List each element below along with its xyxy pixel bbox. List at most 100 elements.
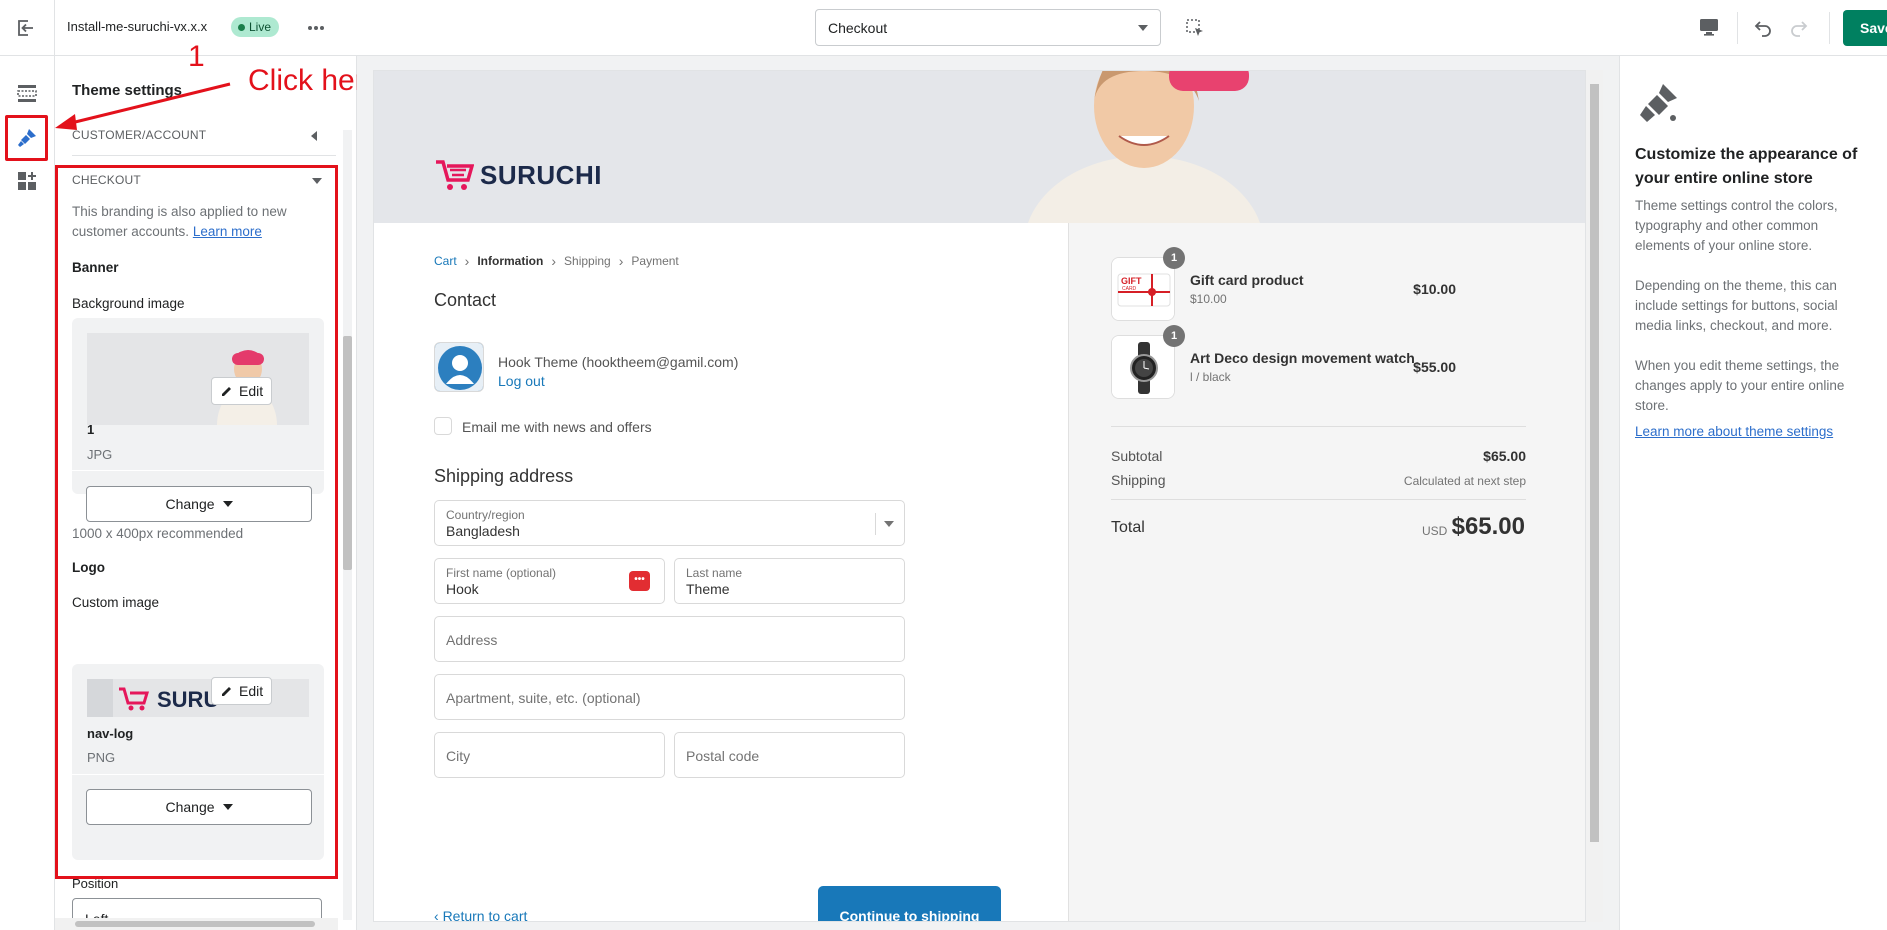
city-field[interactable]: City <box>434 732 665 778</box>
apartment-field[interactable]: Apartment, suite, etc. (optional) <box>434 674 905 720</box>
shipping-label: Shipping <box>1111 472 1166 488</box>
custom-image-label: Custom image <box>72 595 160 610</box>
item-price: $55.00 <box>1413 359 1456 375</box>
info-panel: Customize the appearance of your entire … <box>1619 56 1887 930</box>
chevron-down-icon <box>884 521 894 527</box>
gift-card-text: GIFT <box>1121 276 1142 286</box>
annotation-highlight-box <box>5 115 48 161</box>
annotation-arrow-icon <box>55 82 231 130</box>
logout-link[interactable]: Log out <box>498 373 545 389</box>
quantity-badge: 1 <box>1163 325 1185 347</box>
divider <box>1829 12 1830 44</box>
desktop-view-icon[interactable] <box>1698 16 1720 38</box>
total-currency: USD <box>1422 524 1448 538</box>
scrollbar-thumb[interactable] <box>1590 84 1599 842</box>
recommended-size: 1000 x 400px recommended <box>72 526 244 541</box>
save-button[interactable]: Save <box>1843 10 1887 46</box>
exit-icon[interactable] <box>14 16 38 40</box>
chevron-down-icon <box>222 804 233 810</box>
postal-code-placeholder: Postal code <box>686 748 760 764</box>
list-item: 1 Art Deco design movement watch l / bla… <box>1111 325 1456 399</box>
address-field[interactable]: Address <box>434 616 905 662</box>
subtotal-value: $65.00 <box>1483 448 1526 464</box>
theme-name: Install-me-suruchi-vx.x.x <box>67 19 208 34</box>
city-placeholder: City <box>446 748 471 764</box>
learn-more-link[interactable]: Learn more <box>193 224 262 239</box>
breadcrumb-shipping: Shipping <box>564 254 611 268</box>
chevron-right-icon: › <box>551 253 557 269</box>
breadcrumb-cart[interactable]: Cart <box>434 254 457 268</box>
postal-code-field[interactable]: Postal code <box>674 732 905 778</box>
total-value: $65.00 <box>1451 513 1525 540</box>
first-name-field[interactable]: First name (optional) Hook ••• <box>434 558 665 604</box>
apartment-placeholder: Apartment, suite, etc. (optional) <box>446 690 641 706</box>
sections-icon[interactable] <box>15 81 39 105</box>
background-image-label: Background image <box>72 296 185 311</box>
first-name-value: Hook <box>446 581 479 597</box>
checkout-preview: SURUCHI Cart › Information › Shipping › … <box>373 70 1586 922</box>
newsletter-checkbox[interactable] <box>434 417 452 435</box>
section-checkout[interactable]: CHECKOUT <box>72 173 141 187</box>
divider <box>875 513 876 535</box>
return-to-cart-label: Return to cart <box>442 908 528 922</box>
live-badge-label: Live <box>249 20 272 34</box>
scrollbar-thumb[interactable] <box>343 336 352 570</box>
watch-image <box>1111 335 1175 399</box>
change-logo-button[interactable]: Change <box>86 789 312 825</box>
live-badge: Live <box>231 17 280 37</box>
quantity-badge: 1 <box>1163 247 1185 269</box>
store-logo: SURUCHI <box>434 156 602 194</box>
expand-arrow-icon[interactable] <box>312 178 322 184</box>
inspector-icon[interactable] <box>1184 17 1206 39</box>
logo-thumbnail: SURU <box>87 679 309 717</box>
subtotal-row: Subtotal $65.00 <box>1111 448 1526 464</box>
background-file-name: 1 <box>87 422 95 437</box>
paint-brush-icon <box>1635 80 1683 128</box>
item-price: $10.00 <box>1413 281 1456 297</box>
chevron-left-icon: ‹ <box>434 908 443 922</box>
edit-logo-button[interactable]: Edit <box>211 677 273 705</box>
divider <box>72 470 324 471</box>
divider <box>1111 426 1526 427</box>
learn-more-theme-settings-link[interactable]: Learn more about theme settings <box>1635 424 1833 439</box>
edit-background-button[interactable]: Edit <box>211 377 273 405</box>
scrollbar-thumb[interactable] <box>75 921 315 927</box>
more-actions-icon[interactable] <box>306 18 326 38</box>
panel-scrollbar[interactable] <box>341 116 353 930</box>
top-bar: Install-me-suruchi-vx.x.x Live Checkout … <box>0 0 1887 56</box>
continue-to-shipping-button[interactable]: Continue to shipping <box>818 886 1001 921</box>
preview-scrollbar[interactable] <box>1586 70 1603 922</box>
pencil-icon <box>222 387 231 396</box>
info-paragraph: When you edit theme settings, the change… <box>1635 358 1845 413</box>
password-manager-icon[interactable]: ••• <box>629 571 650 591</box>
change-label: Change <box>165 496 215 512</box>
cart-logo-icon <box>436 160 474 190</box>
item-variant: $10.00 <box>1190 292 1227 306</box>
edit-label: Edit <box>239 383 264 399</box>
logo-file-type: PNG <box>87 750 116 765</box>
checkout-banner: SURUCHI <box>374 71 1585 223</box>
chevron-right-icon: › <box>464 253 470 269</box>
app-blocks-icon[interactable] <box>15 169 39 193</box>
svg-text:SURU: SURU <box>157 687 219 712</box>
redo-icon[interactable] <box>1787 15 1811 39</box>
return-to-cart-link[interactable]: ‹ Return to cart <box>434 908 528 922</box>
background-file-type: JPG <box>87 447 113 462</box>
divider <box>1737 12 1738 44</box>
change-background-button[interactable]: Change <box>86 486 312 522</box>
page-template-select[interactable]: Checkout <box>815 9 1161 46</box>
item-name: Gift card product <box>1190 272 1304 288</box>
last-name-value: Theme <box>686 581 730 597</box>
divider <box>1111 499 1526 500</box>
gift-card-image: GIFT CARD <box>1111 257 1175 321</box>
checkout-main: Cart › Information › Shipping › Payment … <box>374 223 1068 922</box>
undo-icon[interactable] <box>1751 15 1775 39</box>
total-label: Total <box>1111 519 1145 536</box>
newsletter-label: Email me with news and offers <box>462 419 652 435</box>
horizontal-scrollbar[interactable] <box>55 918 338 930</box>
last-name-field[interactable]: Last name Theme <box>674 558 905 604</box>
collapse-arrow-icon[interactable] <box>311 131 317 141</box>
country-select[interactable]: Country/region Bangladesh <box>434 500 905 546</box>
banner-heading: Banner <box>72 260 119 275</box>
edit-label: Edit <box>239 683 264 699</box>
